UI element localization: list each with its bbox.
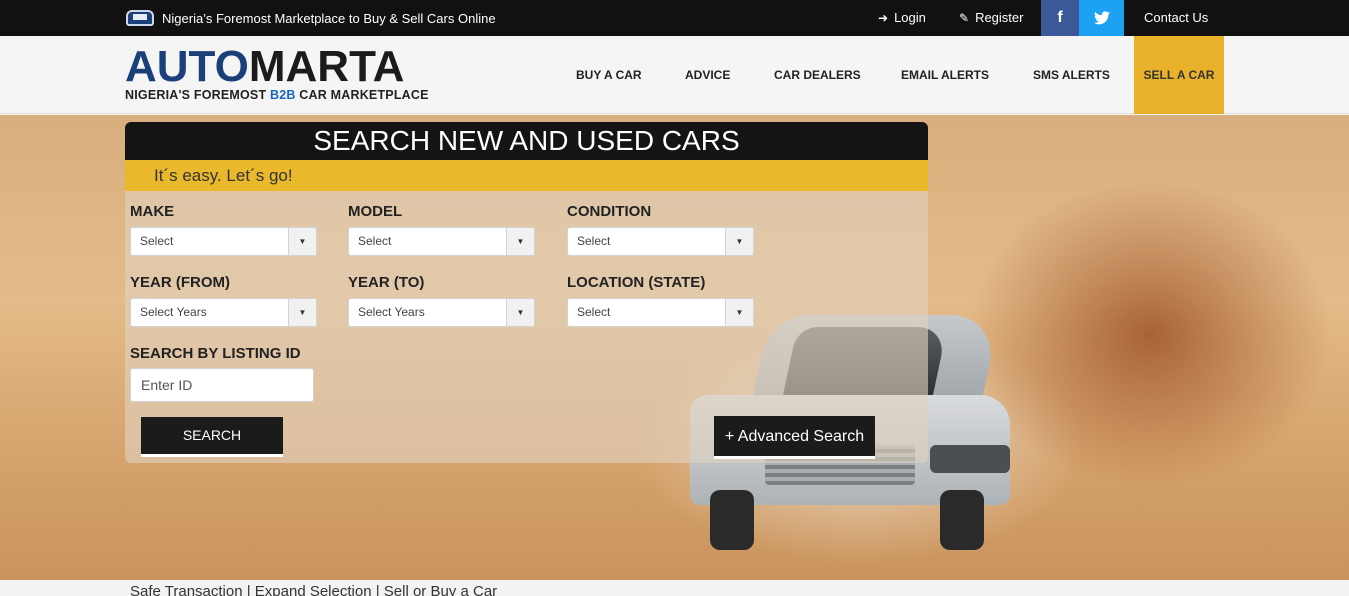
location-label: LOCATION (STATE): [567, 274, 706, 291]
year-to-label: YEAR (TO): [348, 274, 425, 291]
chevron-down-icon: ▼: [506, 228, 534, 255]
listing-id-label: SEARCH BY LISTING ID: [130, 345, 301, 362]
condition-label: CONDITION: [567, 203, 652, 220]
logo-sub-b: CAR MARKETPLACE: [295, 88, 429, 102]
year-to-select[interactable]: Select Years ▼: [348, 298, 535, 327]
model-select[interactable]: Select ▼: [348, 227, 535, 256]
tagline-text: Nigeria’s Foremost Marketplace to Buy & …: [162, 10, 496, 26]
edit-icon: ✎: [959, 10, 970, 25]
facebook-icon[interactable]: f: [1041, 0, 1079, 36]
tagline: Nigeria’s Foremost Marketplace to Buy & …: [125, 6, 496, 30]
search-button[interactable]: SEARCH: [141, 417, 283, 457]
nav-buy-a-car[interactable]: BUY A CAR: [576, 36, 642, 114]
nav-advice[interactable]: ADVICE: [685, 36, 730, 114]
nav-sms-alerts[interactable]: SMS ALERTS: [1033, 36, 1110, 114]
condition-select-value: Select: [577, 234, 611, 248]
nav-car-dealers[interactable]: CAR DEALERS: [774, 36, 861, 114]
year-from-select[interactable]: Select Years ▼: [130, 298, 317, 327]
chevron-down-icon: ▼: [288, 228, 316, 255]
twitter-bird-icon: [1093, 11, 1110, 25]
location-select-value: Select: [577, 305, 611, 319]
twitter-icon[interactable]: [1079, 0, 1124, 36]
search-title: SEARCH NEW AND USED CARS: [125, 122, 928, 160]
logo-sub-b2b: B2B: [269, 88, 296, 102]
login-label: Login: [894, 10, 926, 25]
login-link[interactable]: ➜ Login: [878, 10, 926, 25]
footer-strip-text: Safe Transaction | Expand Selection | Se…: [130, 583, 498, 596]
logo-auto: AUTO: [125, 42, 249, 91]
make-label: MAKE: [130, 203, 175, 220]
car-logo-icon: [125, 7, 155, 29]
contact-us-link[interactable]: Contact Us: [1144, 10, 1208, 25]
nav-sell-a-car[interactable]: SELL A CAR: [1134, 36, 1224, 114]
nav-email-alerts[interactable]: EMAIL ALERTS: [901, 36, 989, 114]
chevron-down-icon: ▼: [506, 299, 534, 326]
site-logo[interactable]: AUTOMARTA: [125, 44, 404, 90]
chevron-down-icon: ▼: [725, 228, 753, 255]
model-label: MODEL: [348, 203, 403, 220]
logo-marta: MARTA: [248, 42, 405, 91]
logo-sub-a: NIGERIA'S FOREMOST: [125, 88, 270, 102]
chevron-down-icon: ▼: [725, 299, 753, 326]
advanced-search-button[interactable]: + Advanced Search: [714, 416, 875, 459]
search-tagline: It´s easy. Let´s go!: [125, 160, 928, 191]
logo-subtitle: NIGERIA'S FOREMOST B2B CAR MARKETPLACE: [125, 88, 429, 102]
login-icon: ➜: [878, 10, 889, 25]
year-from-select-value: Select Years: [140, 305, 207, 319]
make-select-value: Select: [140, 234, 174, 248]
year-to-select-value: Select Years: [358, 305, 425, 319]
condition-select[interactable]: Select ▼: [567, 227, 754, 256]
chevron-down-icon: ▼: [288, 299, 316, 326]
register-label: Register: [975, 10, 1024, 25]
top-bar: Nigeria’s Foremost Marketplace to Buy & …: [0, 0, 1349, 36]
register-link[interactable]: ✎ Register: [959, 10, 1023, 25]
listing-id-input[interactable]: Enter ID: [130, 368, 314, 402]
model-select-value: Select: [358, 234, 392, 248]
location-select[interactable]: Select ▼: [567, 298, 754, 327]
search-panel: SEARCH NEW AND USED CARS It´s easy. Let´…: [125, 122, 928, 463]
year-from-label: YEAR (FROM): [130, 274, 230, 291]
make-select[interactable]: Select ▼: [130, 227, 317, 256]
site-header: AUTOMARTA NIGERIA'S FOREMOST B2B CAR MAR…: [0, 36, 1349, 114]
